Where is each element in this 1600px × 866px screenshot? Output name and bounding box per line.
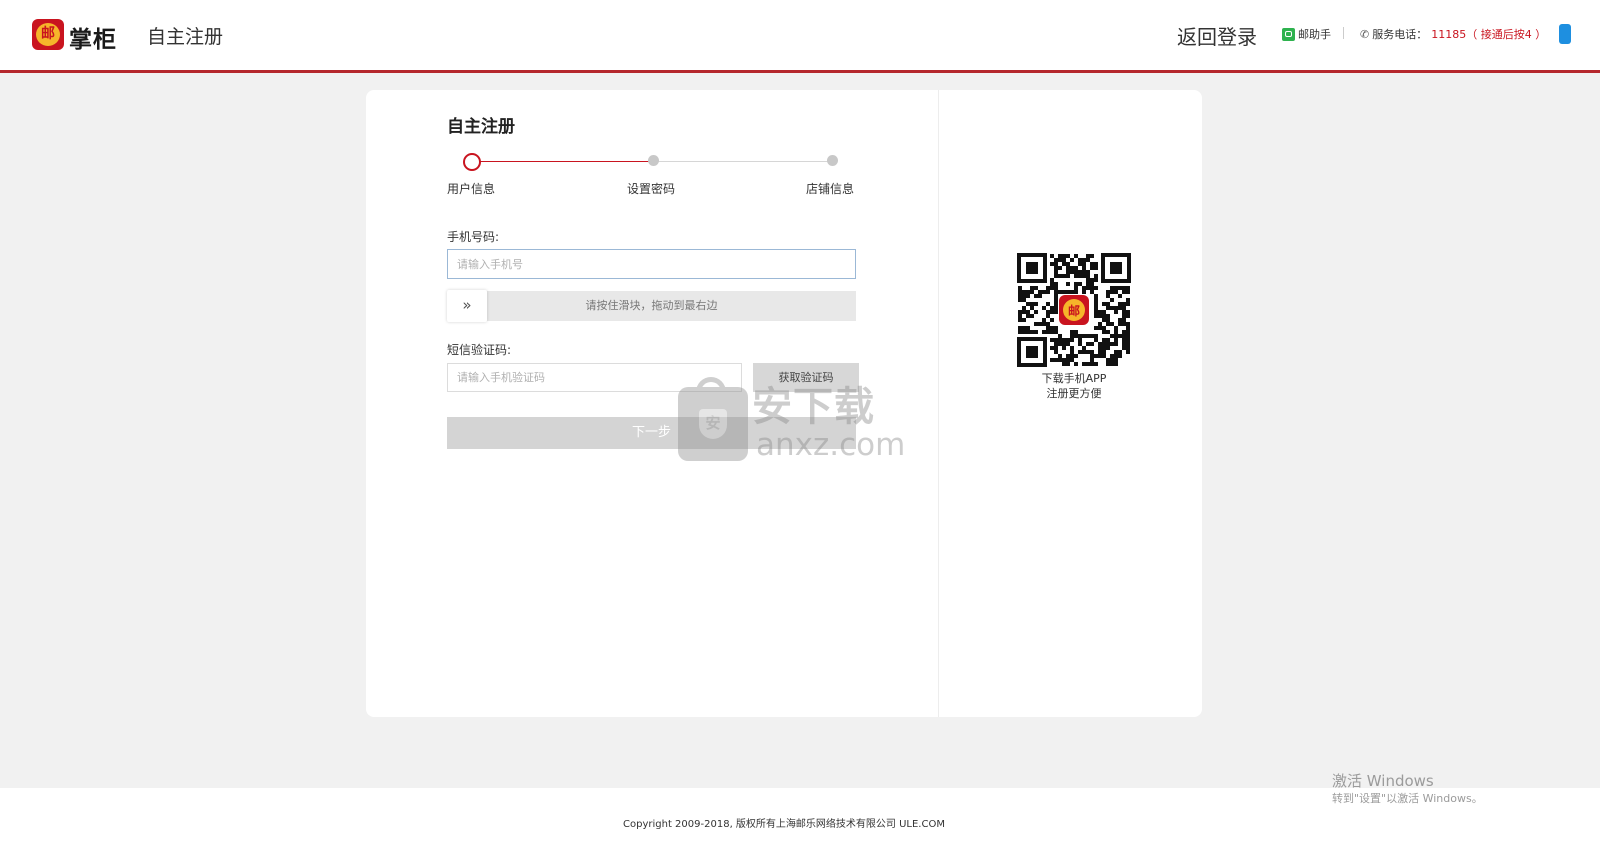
phone-input[interactable] — [447, 249, 856, 279]
slider-hint: 请按住滑块，拖动到最右边 — [585, 299, 718, 312]
assistant-label: 邮助手 — [1298, 28, 1331, 41]
step-track-line — [654, 161, 833, 162]
step-progress-line — [473, 161, 654, 162]
step-label-shop-info: 店铺信息 — [806, 182, 855, 196]
assistant-link[interactable]: 邮助手 — [1282, 26, 1331, 42]
service-number: 11185 — [1431, 27, 1467, 41]
card-divider — [938, 90, 939, 717]
watermark-bag-icon: 安 — [678, 377, 748, 461]
form-title: 自主注册 — [447, 117, 515, 137]
qr-code: 邮 — [1017, 253, 1131, 367]
qr-caption-line1: 下载手机APP — [1041, 372, 1107, 385]
logo-icon[interactable]: 邮 — [32, 19, 64, 50]
copyright-text: Copyright 2009-2018, 版权所有上海邮乐网络技术有限公司 UL… — [623, 819, 945, 830]
qr-logo-glyph: 邮 — [1068, 303, 1080, 318]
phone-label: 手机号码: — [447, 230, 500, 244]
activation-title: 激活 Windows — [1332, 772, 1434, 790]
step-dot-set-password — [648, 155, 659, 166]
back-to-login-link[interactable]: 返回登录 — [1177, 21, 1257, 50]
logo-glyph: 邮 — [36, 23, 60, 46]
step-dot-user-info — [463, 153, 481, 171]
qr-caption-line2: 注册更方便 — [1046, 387, 1102, 400]
slider-handle[interactable]: » — [447, 290, 487, 322]
step-label-set-password: 设置密码 — [627, 182, 676, 196]
sms-label: 短信验证码: — [447, 343, 512, 357]
service-label: 服务电话： — [1372, 28, 1428, 41]
activation-hint: 转到"设置"以激活 Windows。 — [1332, 792, 1483, 805]
header-title: 自主注册 — [147, 26, 224, 48]
windows-activation-notice: 激活 Windows 转到"设置"以激活 Windows。 — [1332, 771, 1483, 807]
service-phone: ✆ 服务电话： 11185 （ 接通后按4 ） — [1360, 26, 1546, 42]
site-watermark: 安 安下载 anxz.com — [678, 377, 905, 463]
side-tool-icon[interactable] — [1559, 24, 1571, 44]
logo-text[interactable]: 掌柜 — [69, 20, 117, 54]
step-dot-shop-info — [827, 155, 838, 166]
qr-caption: 下载手机APP 注册更方便 — [996, 371, 1152, 401]
assistant-icon — [1282, 27, 1295, 41]
top-header: 邮 掌柜 自主注册 返回登录 邮助手 ✆ 服务电话： 11185 （ 接通后按4… — [0, 0, 1600, 73]
service-note: （ 接通后按4 ） — [1466, 28, 1547, 41]
watermark-text-cn: 安下载 — [752, 384, 875, 430]
step-label-user-info: 用户信息 — [447, 182, 496, 196]
watermark-bag-glyph: 安 — [699, 409, 727, 439]
phone-icon: ✆ — [1360, 27, 1370, 41]
header-divider — [1343, 27, 1344, 39]
slider-captcha[interactable]: 请按住滑块，拖动到最右边 » — [447, 290, 856, 322]
watermark-text-en: anxz.com — [756, 427, 906, 463]
double-chevron-right-icon: » — [462, 296, 472, 314]
